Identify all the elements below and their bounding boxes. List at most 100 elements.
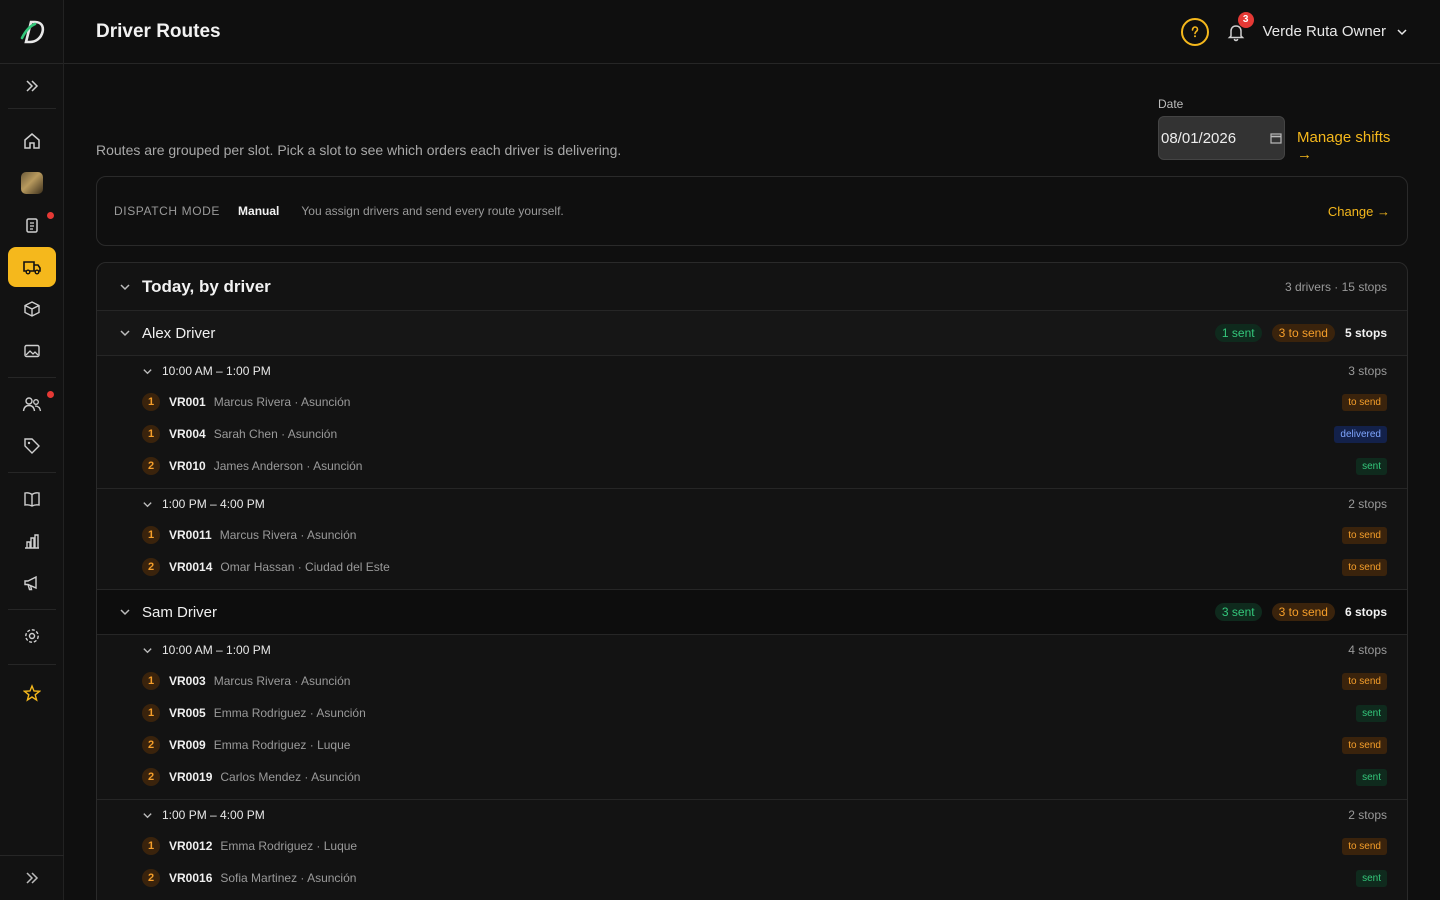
slot-row[interactable]: 1:00 PM – 4:00 PM 2 stops — [97, 800, 1407, 830]
status-badge: to send — [1342, 837, 1387, 855]
order-row[interactable]: 2 VR010 James Anderson · Asunción sent — [97, 450, 1407, 482]
sidebar-collapse-button[interactable] — [0, 855, 64, 900]
order-customer-location: Marcus Rivera · Asunción — [213, 395, 351, 409]
chevron-down-icon[interactable] — [119, 327, 131, 339]
customers-alert-dot — [47, 391, 54, 398]
order-id: VR004 — [169, 427, 206, 441]
sidebar-item-customers[interactable] — [8, 384, 56, 424]
slot-row[interactable]: 1:00 PM – 4:00 PM 2 stops — [97, 489, 1407, 519]
change-dispatch-mode-link[interactable]: Change → — [1328, 204, 1390, 219]
stop-sequence-badge: 1 — [142, 704, 160, 722]
driver-stops-count: 5 stops — [1344, 326, 1387, 340]
order-row[interactable]: 1 VR004 Sarah Chen · Asunción delivered — [97, 418, 1407, 450]
order-row[interactable]: 1 VR0012 Emma Rodriguez · Luque to send — [97, 830, 1407, 862]
order-customer-location: Marcus Rivera · Asunción — [213, 674, 351, 688]
chevron-down-icon[interactable] — [142, 366, 153, 377]
sidebar-item-media[interactable] — [8, 331, 56, 371]
slot-stops-count: 2 stops — [1348, 808, 1387, 822]
stop-sequence-badge: 2 — [142, 558, 160, 576]
order-row[interactable]: 2 VR0014 Omar Hassan · Ciudad del Este t… — [97, 551, 1407, 583]
order-id: VR0014 — [169, 560, 213, 574]
order-id: VR005 — [169, 706, 206, 720]
slot-row[interactable]: 10:00 AM – 1:00 PM 4 stops — [97, 635, 1407, 665]
sidebar-item-favorites[interactable] — [8, 673, 56, 713]
panel-header[interactable]: Today, by driver 3 drivers · 15 stops — [97, 263, 1407, 311]
stop-sequence-badge: 2 — [142, 768, 160, 786]
sidebar-item-analytics[interactable] — [8, 521, 56, 561]
order-row[interactable]: 1 VR0011 Marcus Rivera · Asunción to sen… — [97, 519, 1407, 551]
status-badge: delivered — [1334, 425, 1387, 443]
sidebar-expand-button[interactable] — [8, 66, 56, 106]
notification-count-badge: 3 — [1237, 11, 1254, 28]
users-icon — [22, 397, 42, 412]
order-row[interactable]: 2 VR0016 Sofia Martinez · Asunción sent — [97, 862, 1407, 894]
order-id: VR001 — [169, 395, 206, 409]
sidebar-item-home[interactable] — [8, 121, 56, 161]
chart-icon — [25, 534, 39, 549]
sidebar-item-settings[interactable] — [8, 616, 56, 656]
chevron-down-icon[interactable] — [142, 499, 153, 510]
megaphone-icon — [24, 575, 37, 591]
driver-name: Sam Driver — [142, 603, 218, 621]
star-icon — [23, 684, 41, 702]
manage-shifts-link[interactable]: Manage shifts → — [1297, 129, 1408, 163]
stop-sequence-badge: 2 — [142, 457, 160, 475]
sent-count-badge: 1 sent — [1214, 324, 1262, 342]
dispatch-mode-value: Manual — [238, 204, 280, 218]
driver-stops-count: 6 stops — [1344, 605, 1387, 619]
slot-stops-count: 2 stops — [1348, 497, 1387, 511]
routes-panel: Today, by driver 3 drivers · 15 stops Al… — [96, 262, 1408, 900]
stop-sequence-badge: 1 — [142, 393, 160, 411]
panel-title: Today, by driver — [142, 277, 271, 296]
order-row[interactable]: 1 VR001 Marcus Rivera · Asunción to send — [97, 386, 1407, 418]
dispatch-mode-card: DISPATCH MODE Manual You assign drivers … — [96, 176, 1408, 246]
stop-sequence-badge: 1 — [142, 425, 160, 443]
truck-icon — [23, 261, 41, 275]
help-button[interactable] — [1180, 17, 1209, 46]
logo[interactable] — [0, 0, 63, 64]
chevron-down-icon[interactable] — [142, 645, 153, 656]
status-badge: to send — [1342, 672, 1387, 690]
order-id: VR010 — [169, 459, 206, 473]
chevron-down-icon[interactable] — [119, 281, 131, 293]
user-name: Verde Ruta Owner — [1262, 23, 1386, 40]
order-row[interactable]: 1 VR003 Marcus Rivera · Asunción to send — [97, 665, 1407, 697]
sidebar-item-orders[interactable] — [8, 205, 56, 245]
sidebar-item-discounts[interactable] — [8, 426, 56, 466]
user-menu[interactable]: Verde Ruta Owner — [1263, 23, 1408, 40]
stop-sequence-badge: 1 — [142, 526, 160, 544]
order-id: VR009 — [169, 738, 206, 752]
slot-time: 1:00 PM – 4:00 PM — [162, 497, 265, 511]
driver-row[interactable]: Alex Driver 1 sent 3 to send 5 stops — [97, 310, 1407, 356]
sidebar-item-store[interactable] — [8, 163, 56, 203]
driver-name: Alex Driver — [142, 324, 216, 342]
driver-row[interactable]: Sam Driver 3 sent 3 to send 6 stops — [97, 589, 1407, 635]
sidebar-item-products[interactable] — [8, 289, 56, 329]
slot-time: 1:00 PM – 4:00 PM — [162, 808, 265, 822]
order-row[interactable]: 2 VR0019 Carlos Mendez · Asunción sent — [97, 761, 1407, 793]
sidebar-item-driver-routes[interactable] — [8, 247, 56, 287]
slot-time: 10:00 AM – 1:00 PM — [162, 364, 271, 378]
order-row[interactable]: 1 VR005 Emma Rodriguez · Asunción sent — [97, 697, 1407, 729]
calendar-icon[interactable] — [1270, 132, 1282, 144]
chevron-down-icon[interactable] — [142, 810, 153, 821]
sidebar-item-marketing[interactable] — [8, 563, 56, 603]
order-row[interactable]: 2 VR009 Emma Rodriguez · Luque to send — [97, 729, 1407, 761]
chevron-down-icon[interactable] — [119, 606, 131, 618]
expand-icon — [26, 872, 39, 884]
order-customer-location: Emma Rodriguez · Asunción — [213, 706, 366, 720]
order-id: VR003 — [169, 674, 206, 688]
sidebar-item-catalog[interactable] — [8, 479, 56, 519]
status-badge: sent — [1356, 869, 1387, 887]
status-badge: to send — [1342, 393, 1387, 411]
book-icon — [24, 492, 40, 507]
order-customer-location: Omar Hassan · Ciudad del Este — [220, 560, 390, 574]
image-icon — [24, 344, 40, 358]
home-icon — [24, 133, 40, 149]
order-customer-location: Emma Rodriguez · Luque — [213, 738, 351, 752]
dispatch-mode-label: DISPATCH MODE — [114, 204, 221, 218]
notifications-button[interactable]: 3 — [1223, 11, 1254, 45]
slot-row[interactable]: 10:00 AM – 1:00 PM 3 stops — [97, 356, 1407, 386]
date-input[interactable]: 08/01/2026 — [1158, 116, 1285, 160]
status-badge: to send — [1342, 526, 1387, 544]
